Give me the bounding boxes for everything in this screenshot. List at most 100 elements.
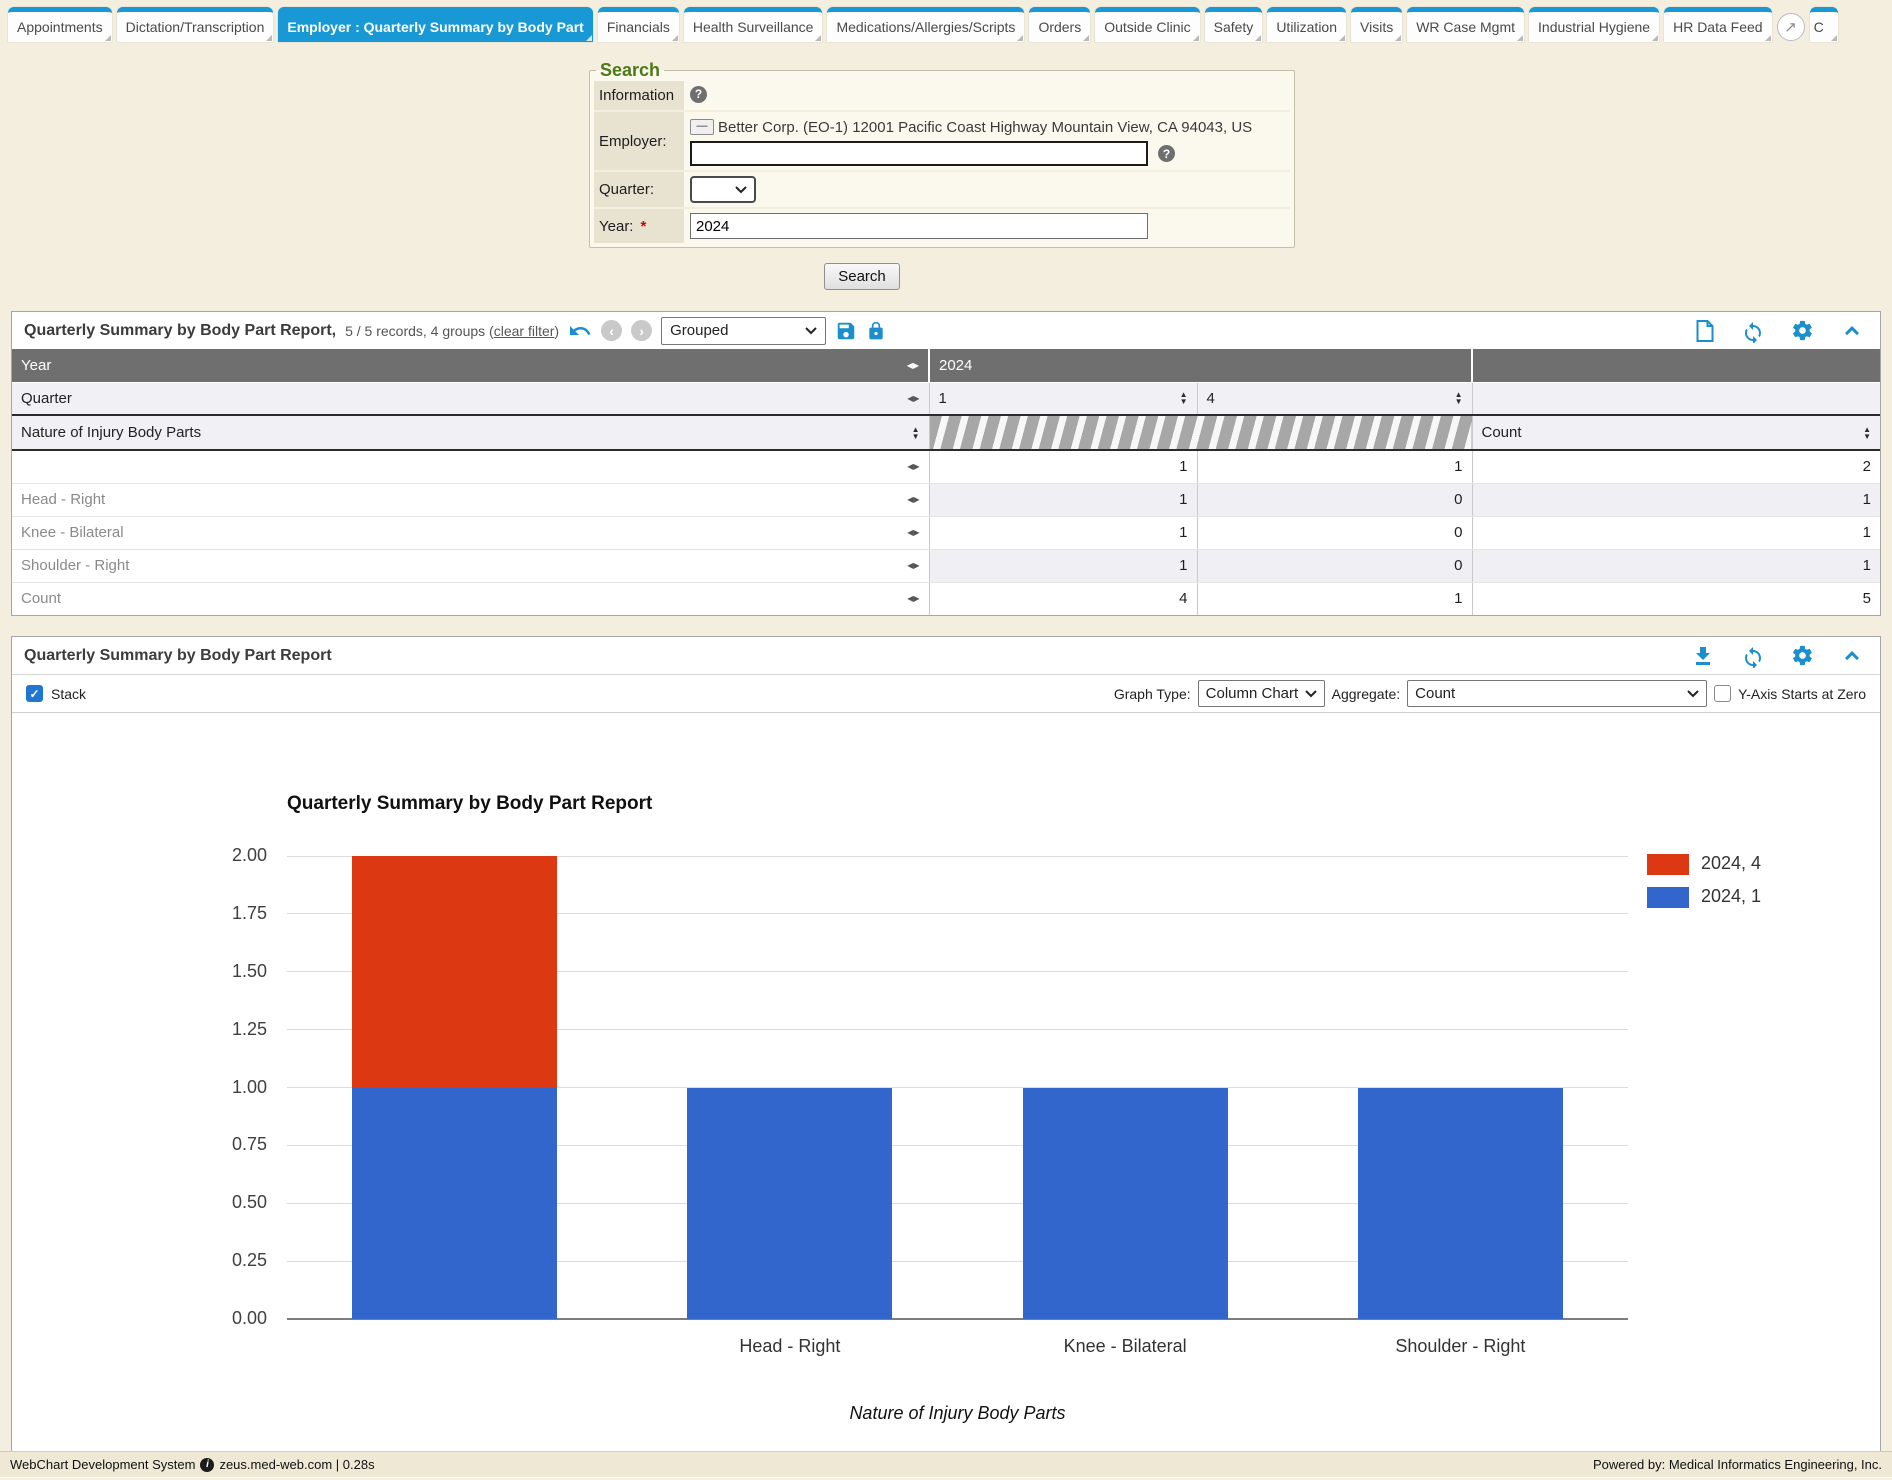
collapse-panel-icon[interactable] bbox=[1840, 644, 1864, 668]
y-axis-tick-label: 0.00 bbox=[205, 1308, 267, 1329]
search-row-employer: Employer: — Better Corp. (EO-1) 12001 Pa… bbox=[594, 112, 1290, 172]
quarter-label: Quarter: bbox=[594, 172, 684, 207]
table-row: Knee - Bilateral◀▶ 1 0 1 bbox=[12, 516, 1880, 549]
y-axis-tick-label: 0.25 bbox=[205, 1250, 267, 1271]
search-row-information: Information ? bbox=[594, 81, 1290, 112]
bar-segment bbox=[1358, 1088, 1563, 1320]
column-sort-icon[interactable]: ▲▼ bbox=[1863, 426, 1871, 440]
table-row-quarter: Quarter◀▶ 1▲▼ 4▲▼ bbox=[12, 382, 1880, 415]
tab-hr-data-feed[interactable]: HR Data Feed bbox=[1664, 7, 1771, 42]
stack-checkbox[interactable]: ✓ bbox=[26, 685, 43, 702]
quarter-select[interactable] bbox=[690, 176, 756, 203]
y-axis-tick-label: 1.50 bbox=[205, 961, 267, 982]
aggregate-label: Aggregate: bbox=[1332, 686, 1401, 702]
previous-page-icon[interactable]: ‹ bbox=[601, 320, 622, 341]
column-sort-icon[interactable]: ▲▼ bbox=[1180, 391, 1188, 405]
chevron-down-icon bbox=[805, 327, 817, 335]
column-move-icon[interactable]: ◀▶ bbox=[907, 361, 919, 370]
chart-title: Quarterly Summary by Body Part Report bbox=[287, 793, 652, 815]
year-label: Year: * bbox=[594, 209, 684, 243]
employer-help-icon[interactable]: ? bbox=[1158, 145, 1175, 162]
row-move-icon[interactable]: ◀▶ bbox=[907, 594, 919, 603]
report-table: Year◀▶ 2024 Quarter◀▶ 1▲▼ 4▲▼ Nature of … bbox=[12, 349, 1880, 615]
clear-filter-link[interactable]: clear filter bbox=[494, 323, 555, 339]
column-sort-icon[interactable]: ▲▼ bbox=[912, 426, 920, 440]
undo-icon[interactable] bbox=[568, 319, 592, 343]
employer-collapse-button[interactable]: — bbox=[690, 119, 714, 135]
information-label: Information bbox=[594, 81, 684, 110]
legend-label: 2024, 4 bbox=[1701, 853, 1761, 874]
chevron-down-icon bbox=[735, 186, 747, 194]
chevron-down-icon bbox=[1305, 690, 1317, 698]
search-legend: Search bbox=[596, 60, 664, 81]
graph-type-select[interactable]: Column Chart bbox=[1198, 680, 1325, 707]
column-sort-icon[interactable]: ▲▼ bbox=[1455, 391, 1463, 405]
row-move-icon[interactable]: ◀▶ bbox=[907, 462, 919, 471]
stack-label: Stack bbox=[51, 686, 86, 702]
download-icon[interactable] bbox=[1691, 644, 1715, 668]
y-axis-zero-checkbox[interactable] bbox=[1714, 685, 1731, 702]
tab-health-surveillance[interactable]: Health Surveillance bbox=[684, 7, 823, 42]
chevron-down-icon bbox=[1687, 690, 1699, 698]
y-axis-tick-label: 1.75 bbox=[205, 903, 267, 924]
gear-icon[interactable] bbox=[1791, 644, 1814, 667]
refresh-icon[interactable] bbox=[1741, 319, 1765, 343]
chart-panel-header: Quarterly Summary by Body Part Report bbox=[12, 637, 1880, 674]
information-help-icon[interactable]: ? bbox=[690, 86, 707, 103]
open-new-window-icon[interactable]: ↗ bbox=[1777, 13, 1805, 41]
table-row-year: Year◀▶ 2024 bbox=[12, 349, 1880, 382]
bar-segment bbox=[687, 1088, 892, 1320]
lock-icon[interactable] bbox=[866, 320, 886, 342]
chart-panel: Quarterly Summary by Body Part Report ✓ … bbox=[11, 636, 1881, 1474]
tab-dictation-transcription[interactable]: Dictation/Transcription bbox=[117, 7, 274, 42]
row-move-icon[interactable]: ◀▶ bbox=[907, 495, 919, 504]
report-table-panel: Quarterly Summary by Body Part Report, 5… bbox=[11, 311, 1881, 616]
x-axis-category-label: Head - Right bbox=[622, 1336, 957, 1357]
table-row-count-total: Count◀▶ 4 1 5 bbox=[12, 582, 1880, 615]
column-chart: Quarterly Summary by Body Part Report 0.0… bbox=[12, 713, 1880, 1473]
tab-appointments[interactable]: Appointments bbox=[8, 7, 112, 42]
table-row-body-parts-header: Nature of Injury Body Parts▲▼ Count▲▼ bbox=[12, 415, 1880, 450]
tab-wr-case-mgmt[interactable]: WR Case Mgmt bbox=[1407, 7, 1524, 42]
tab-industrial-hygiene[interactable]: Industrial Hygiene bbox=[1529, 7, 1659, 42]
info-icon[interactable]: i bbox=[200, 1458, 214, 1472]
graph-type-label: Graph Type: bbox=[1114, 686, 1191, 702]
next-page-icon[interactable]: › bbox=[631, 320, 652, 341]
row-move-icon[interactable]: ◀▶ bbox=[907, 561, 919, 570]
aggregate-select[interactable]: Count bbox=[1407, 680, 1707, 707]
search-row-year: Year: * bbox=[594, 209, 1290, 243]
tab-utilization[interactable]: Utilization bbox=[1267, 7, 1346, 42]
footer-app-name: WebChart Development System bbox=[10, 1457, 195, 1472]
bar-segment bbox=[352, 1088, 557, 1320]
year-input[interactable] bbox=[690, 213, 1148, 239]
tab-medications-allergies-scripts[interactable]: Medications/Allergies/Scripts bbox=[827, 7, 1024, 42]
report-table-header: Quarterly Summary by Body Part Report, 5… bbox=[12, 312, 1880, 349]
new-document-icon[interactable] bbox=[1695, 319, 1715, 343]
tab-partial[interactable]: C bbox=[1810, 7, 1838, 42]
tab-employer-quarterly-summary-by-body-part[interactable]: Employer : Quarterly Summary by Body Par… bbox=[278, 7, 592, 42]
y-axis-zero-label: Y-Axis Starts at Zero bbox=[1738, 686, 1866, 702]
hatched-cell bbox=[929, 415, 1472, 450]
save-view-icon[interactable] bbox=[835, 320, 857, 342]
collapse-panel-icon[interactable] bbox=[1840, 319, 1864, 343]
row-move-icon[interactable]: ◀▶ bbox=[907, 528, 919, 537]
y-axis-tick-label: 2.00 bbox=[205, 845, 267, 866]
x-axis-category-label: Shoulder - Right bbox=[1293, 1336, 1628, 1357]
grouping-select[interactable]: Grouped bbox=[661, 317, 826, 345]
legend-label: 2024, 1 bbox=[1701, 886, 1761, 907]
employer-search-input[interactable] bbox=[690, 141, 1148, 166]
employer-label: Employer: bbox=[594, 112, 684, 170]
tab-safety[interactable]: Safety bbox=[1205, 7, 1263, 42]
tab-visits[interactable]: Visits bbox=[1351, 7, 1402, 42]
tab-outside-clinic[interactable]: Outside Clinic bbox=[1095, 7, 1199, 42]
bar-segment bbox=[352, 856, 557, 1088]
column-move-icon[interactable]: ◀▶ bbox=[907, 394, 919, 403]
refresh-icon[interactable] bbox=[1741, 644, 1765, 668]
tab-orders[interactable]: Orders bbox=[1029, 7, 1090, 42]
bar-segment bbox=[1023, 1088, 1228, 1320]
table-row: Shoulder - Right◀▶ 1 0 1 bbox=[12, 549, 1880, 582]
gear-icon[interactable] bbox=[1791, 319, 1814, 342]
tab-financials[interactable]: Financials bbox=[598, 7, 679, 42]
search-button[interactable]: Search bbox=[824, 263, 900, 290]
required-mark: * bbox=[640, 218, 646, 235]
